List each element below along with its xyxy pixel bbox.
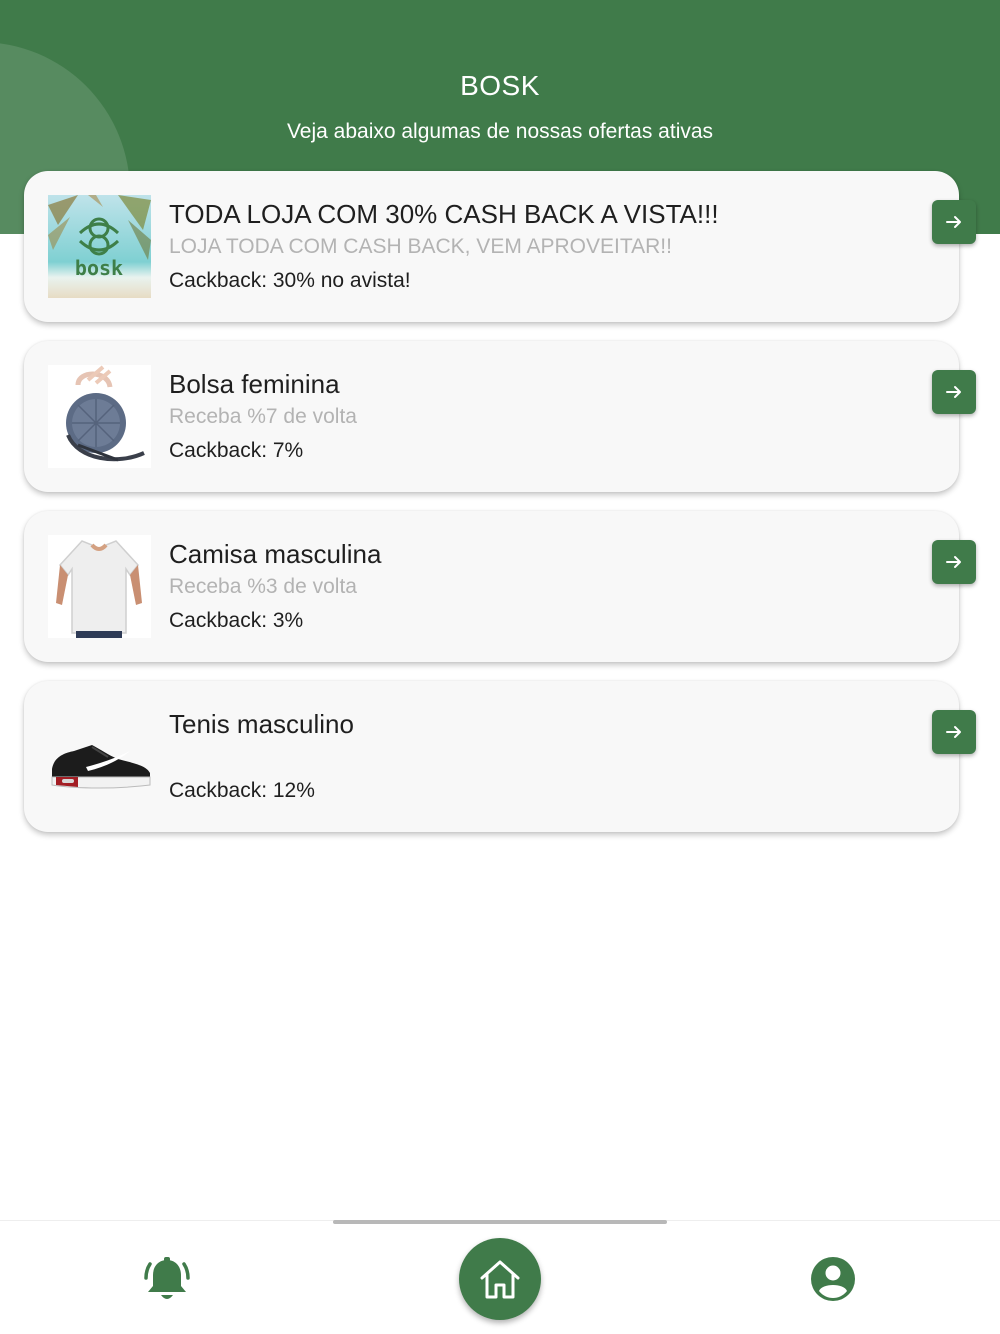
offer-title: Tenis masculino <box>169 709 354 739</box>
offer-title: Camisa masculina <box>169 539 382 569</box>
offer-cashback: Cackback: 12% <box>169 779 315 802</box>
arrow-right-icon <box>946 556 961 568</box>
arrow-right-icon <box>946 216 961 228</box>
offer-card[interactable]: bosk TODA LOJA COM 30% CASH BACK A VISTA… <box>24 171 976 322</box>
offer-image-sneaker <box>48 705 151 808</box>
offer-image-bosk: bosk <box>48 195 151 298</box>
offer-description: LOJA TODA COM CASH BACK, VEM APROVEITAR!… <box>169 235 672 258</box>
offer-image-tshirt <box>48 535 151 638</box>
open-offer-button[interactable] <box>932 710 976 754</box>
arrow-right-icon <box>946 726 961 738</box>
offer-description: Receba %7 de volta <box>169 405 357 428</box>
arrow-right-icon <box>946 386 961 398</box>
offer-card[interactable]: Camisa masculina Receba %3 de volta Cack… <box>24 511 976 662</box>
app-subtitle: Veja abaixo algumas de nossas ofertas at… <box>286 120 714 143</box>
home-icon <box>480 1260 520 1299</box>
bell-icon <box>144 1257 190 1299</box>
open-offer-button[interactable] <box>932 540 976 584</box>
offer-image-handbag <box>48 365 151 468</box>
offer-title: Bolsa feminina <box>169 369 340 399</box>
offer-cashback: Cackback: 3% <box>169 609 304 632</box>
offer-title: TODA LOJA COM 30% CASH BACK A VISTA!!! <box>169 199 719 229</box>
open-offer-button[interactable] <box>932 200 976 244</box>
notifications-button[interactable] <box>144 1256 190 1304</box>
bosk-logo-text: bosk <box>75 256 123 280</box>
offer-cashback: Cackback: 7% <box>169 439 304 462</box>
app-title: BOSK <box>460 70 540 101</box>
offer-cashback: Cackback: 30% no avista! <box>169 269 411 292</box>
offer-card[interactable]: Tenis masculino Cackback: 12% <box>24 681 976 832</box>
user-icon <box>811 1257 855 1301</box>
home-button[interactable] <box>459 1238 541 1320</box>
profile-button[interactable] <box>810 1256 856 1302</box>
offer-card[interactable]: Bolsa feminina Receba %7 de volta Cackba… <box>24 341 976 492</box>
nav-active-indicator <box>333 1220 667 1224</box>
open-offer-button[interactable] <box>932 370 976 414</box>
offer-description: Receba %3 de volta <box>169 575 357 598</box>
